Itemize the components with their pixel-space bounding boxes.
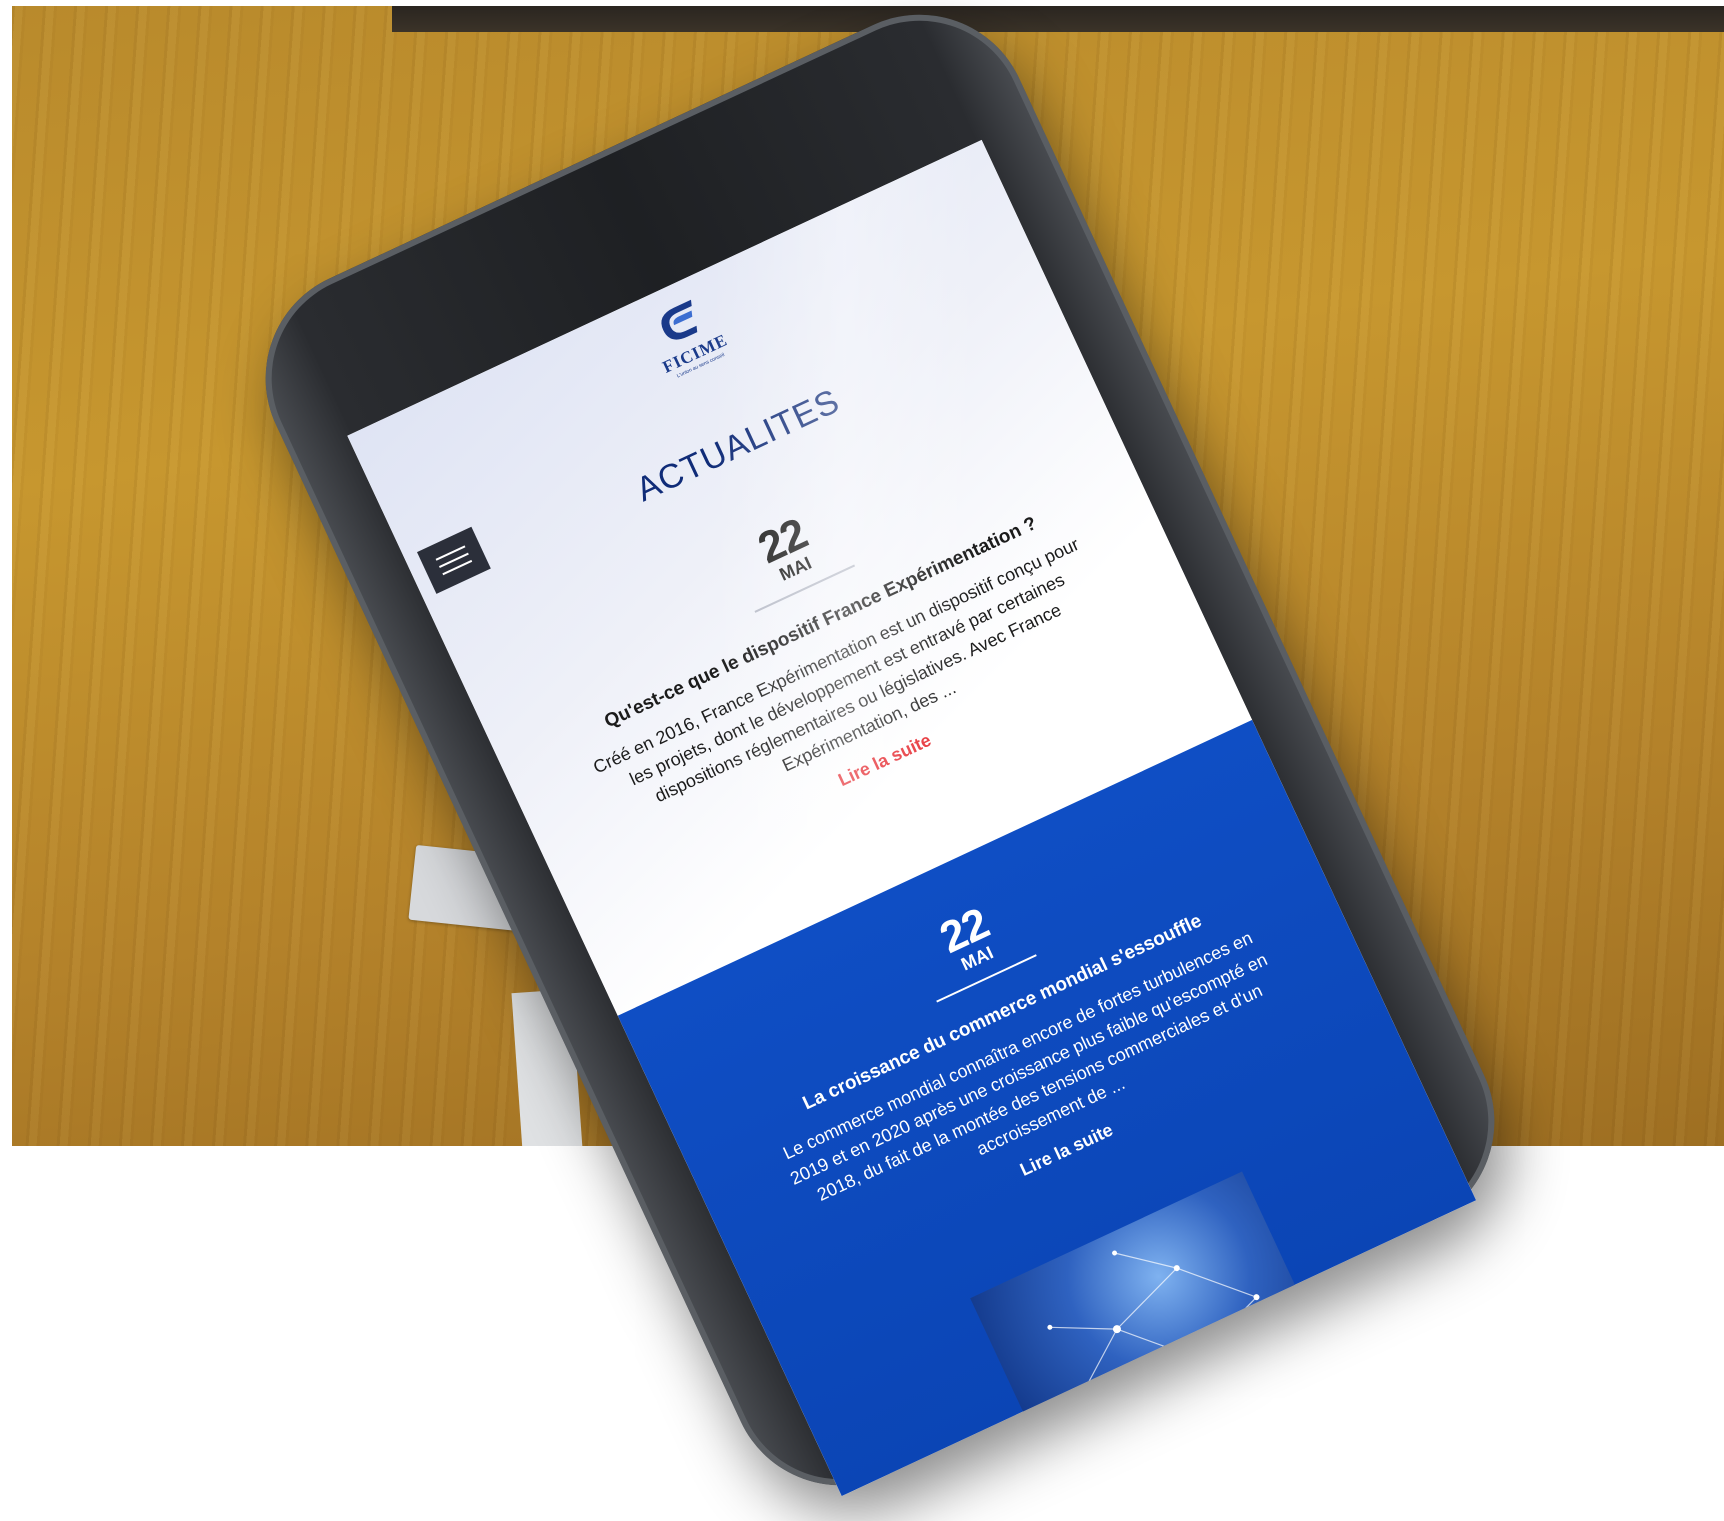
table-edge (392, 6, 1724, 32)
